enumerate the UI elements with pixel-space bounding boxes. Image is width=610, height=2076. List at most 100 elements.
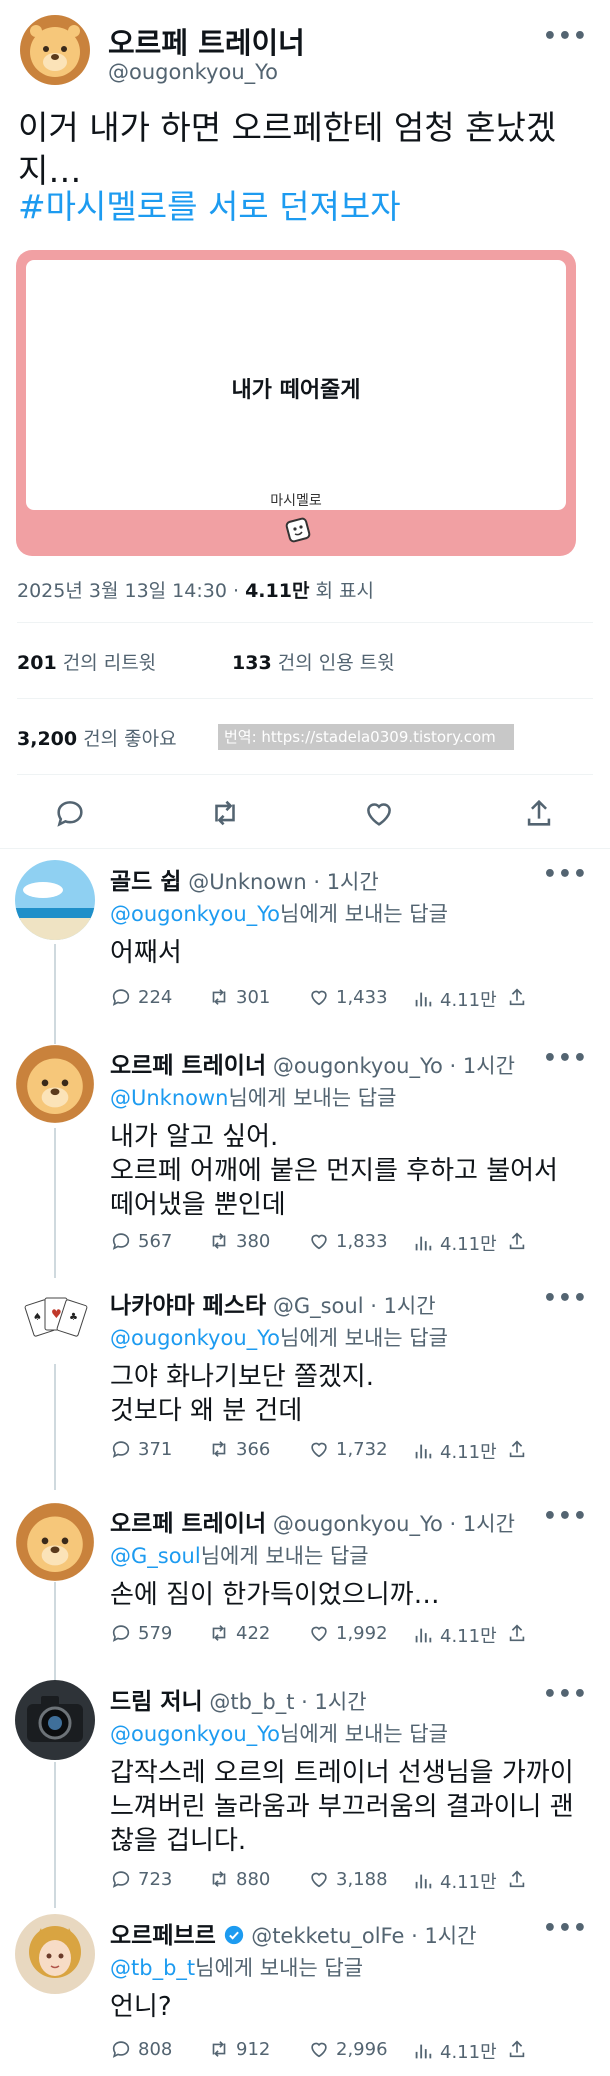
views-button[interactable]: 4.11만 bbox=[412, 1438, 497, 1464]
views-button[interactable]: 4.11만 bbox=[412, 2038, 497, 2064]
author-handle[interactable]: @tekketu_olFe bbox=[251, 1924, 404, 1948]
share-button[interactable] bbox=[506, 986, 528, 1008]
retweet-button[interactable]: 912 bbox=[208, 2038, 270, 2060]
lion-avatar[interactable] bbox=[15, 1044, 95, 1124]
mention-link[interactable]: @G_soul bbox=[110, 1544, 201, 1568]
like-button[interactable]: 3,188 bbox=[308, 1868, 388, 1890]
post-time[interactable]: · 1시간 bbox=[307, 870, 378, 894]
retweet-stat[interactable]: 201 건의 리트윗 bbox=[17, 648, 156, 675]
reply-button[interactable]: 224 bbox=[110, 986, 172, 1008]
views-button[interactable]: 4.11만 bbox=[412, 1622, 497, 1648]
retweet-icon[interactable] bbox=[208, 796, 242, 830]
retweet-label: 건의 리트윗 bbox=[62, 652, 157, 674]
reply-button[interactable]: 567 bbox=[110, 1230, 172, 1252]
author-name[interactable]: 골드 쉽 bbox=[110, 869, 182, 895]
like-count: 1,992 bbox=[336, 1622, 388, 1644]
reply-button[interactable]: 808 bbox=[110, 2038, 172, 2060]
retweet-button[interactable]: 422 bbox=[208, 1622, 270, 1644]
more-options-icon[interactable]: ••• bbox=[543, 1286, 588, 1311]
share-icon[interactable] bbox=[522, 796, 556, 830]
like-count: 1,732 bbox=[336, 1438, 388, 1460]
svg-text:♥: ♥ bbox=[51, 1307, 62, 1321]
retweet-button[interactable]: 301 bbox=[208, 986, 270, 1008]
mention-link[interactable]: @ougonkyou_Yo bbox=[110, 1722, 280, 1746]
like-button[interactable]: 1,433 bbox=[308, 986, 388, 1008]
reply-header: 오르페브르 @tekketu_olFe · 1시간 bbox=[110, 1916, 476, 1950]
share-button[interactable] bbox=[506, 1230, 528, 1252]
retweet-icon bbox=[212, 989, 226, 1005]
reply-actions: 723 880 3,188 4.11만 bbox=[110, 1868, 590, 1894]
retweet-button[interactable]: 880 bbox=[208, 1868, 270, 1890]
author-handle[interactable]: @ougonkyou_Yo bbox=[108, 60, 278, 84]
author-name[interactable]: 나카야마 페스타 bbox=[110, 1293, 266, 1319]
media-card[interactable]: 내가 떼어줄게 마시멜로 bbox=[16, 250, 576, 556]
retweet-count: 912 bbox=[236, 2038, 271, 2060]
like-button[interactable]: 1,833 bbox=[308, 1230, 388, 1252]
lion-avatar[interactable] bbox=[19, 14, 91, 86]
reply-icon bbox=[112, 1233, 130, 1250]
reply-header: 오르페 트레이너 @ougonkyou_Yo · 1시간 bbox=[110, 1504, 515, 1538]
quote-stat[interactable]: 133 건의 인용 트윗 bbox=[232, 648, 395, 675]
marshmallow-logo-icon bbox=[285, 517, 311, 543]
mention-link[interactable]: @ougonkyou_Yo bbox=[110, 902, 280, 926]
camera-avatar[interactable] bbox=[15, 1680, 95, 1760]
like-button[interactable]: 2,996 bbox=[308, 2038, 388, 2060]
quote-count: 133 bbox=[232, 652, 272, 674]
author-name[interactable]: 오르페브르 bbox=[110, 1923, 216, 1949]
like-icon bbox=[311, 1872, 327, 1888]
post-time[interactable]: · 1시간 bbox=[294, 1690, 366, 1714]
author-name[interactable]: 오르페 트레이너 bbox=[110, 1053, 266, 1079]
anime-character-avatar[interactable] bbox=[15, 1914, 95, 1994]
mention-link[interactable]: @tb_b_t bbox=[110, 1956, 195, 1980]
author-handle[interactable]: @G_soul bbox=[273, 1294, 364, 1318]
post-time[interactable]: · 1시간 bbox=[404, 1924, 476, 1948]
playing-cards-avatar[interactable]: ♥ ♠ ♣ bbox=[15, 1284, 95, 1364]
more-options-icon[interactable]: ••• bbox=[543, 24, 588, 49]
more-options-icon[interactable]: ••• bbox=[543, 1504, 588, 1529]
share-button[interactable] bbox=[506, 2038, 528, 2060]
main-tweet: 오르페 트레이너 @ougonkyou_Yo ••• 이거 내가 하면 오르페한… bbox=[0, 0, 610, 850]
views-button[interactable]: 4.11만 bbox=[412, 986, 497, 1012]
reply-button[interactable]: 371 bbox=[110, 1438, 172, 1460]
like-button[interactable]: 1,992 bbox=[308, 1622, 388, 1644]
beach-avatar[interactable] bbox=[15, 860, 95, 940]
more-options-icon[interactable]: ••• bbox=[543, 862, 588, 887]
post-time[interactable]: · 1시간 bbox=[364, 1294, 435, 1318]
mention-link[interactable]: @Unknown bbox=[110, 1086, 228, 1110]
reply-button[interactable]: 579 bbox=[110, 1622, 172, 1644]
like-stat[interactable]: 3,200 건의 좋아요 bbox=[17, 724, 177, 751]
reply-tweet: 오르페브르 @tekketu_olFe · 1시간 ••• @tb_b_t님에게… bbox=[0, 1906, 610, 2076]
more-options-icon[interactable]: ••• bbox=[543, 1916, 588, 1941]
author-handle[interactable]: @ougonkyou_Yo bbox=[273, 1512, 443, 1536]
post-time[interactable]: · 1시간 bbox=[443, 1054, 515, 1078]
share-button[interactable] bbox=[506, 1622, 528, 1644]
author-name[interactable]: 오르페 트레이너 bbox=[110, 1511, 266, 1537]
reply-text: 그야 화나기보단 쫄겠지. 것보다 왜 분 건데 bbox=[110, 1362, 374, 1426]
author-name[interactable]: 오르페 트레이너 bbox=[108, 20, 305, 62]
hashtag-link[interactable]: #마시멜로를 서로 던져보자 bbox=[18, 180, 401, 228]
views-button[interactable]: 4.11만 bbox=[412, 1230, 497, 1256]
author-handle[interactable]: @tb_b_t bbox=[209, 1690, 294, 1714]
retweet-button[interactable]: 366 bbox=[208, 1438, 270, 1460]
like-icon[interactable] bbox=[362, 796, 396, 830]
mention-link[interactable]: @ougonkyou_Yo bbox=[110, 1326, 280, 1350]
retweet-button[interactable]: 380 bbox=[208, 1230, 270, 1252]
author-handle[interactable]: @ougonkyou_Yo bbox=[273, 1054, 443, 1078]
replying-to: @tb_b_t님에게 보내는 답글 bbox=[110, 1952, 363, 1982]
replying-to: @Unknown님에게 보내는 답글 bbox=[110, 1082, 396, 1112]
share-button[interactable] bbox=[506, 1438, 528, 1460]
view-count: 4.11만 bbox=[440, 990, 497, 1011]
share-icon bbox=[509, 1624, 525, 1642]
tweet-date[interactable]: 2025년 3월 13일 14:30 · bbox=[17, 580, 245, 602]
like-button[interactable]: 1,732 bbox=[308, 1438, 388, 1460]
more-options-icon[interactable]: ••• bbox=[543, 1046, 588, 1071]
author-handle[interactable]: @Unknown bbox=[188, 870, 306, 894]
post-time[interactable]: · 1시간 bbox=[443, 1512, 515, 1536]
reply-button[interactable]: 723 bbox=[110, 1868, 172, 1890]
more-options-icon[interactable]: ••• bbox=[543, 1682, 588, 1707]
lion-avatar[interactable] bbox=[15, 1502, 95, 1582]
author-name[interactable]: 드림 저니 bbox=[110, 1689, 203, 1715]
reply-icon[interactable] bbox=[53, 796, 87, 830]
views-button[interactable]: 4.11만 bbox=[412, 1868, 497, 1894]
share-button[interactable] bbox=[506, 1868, 528, 1890]
